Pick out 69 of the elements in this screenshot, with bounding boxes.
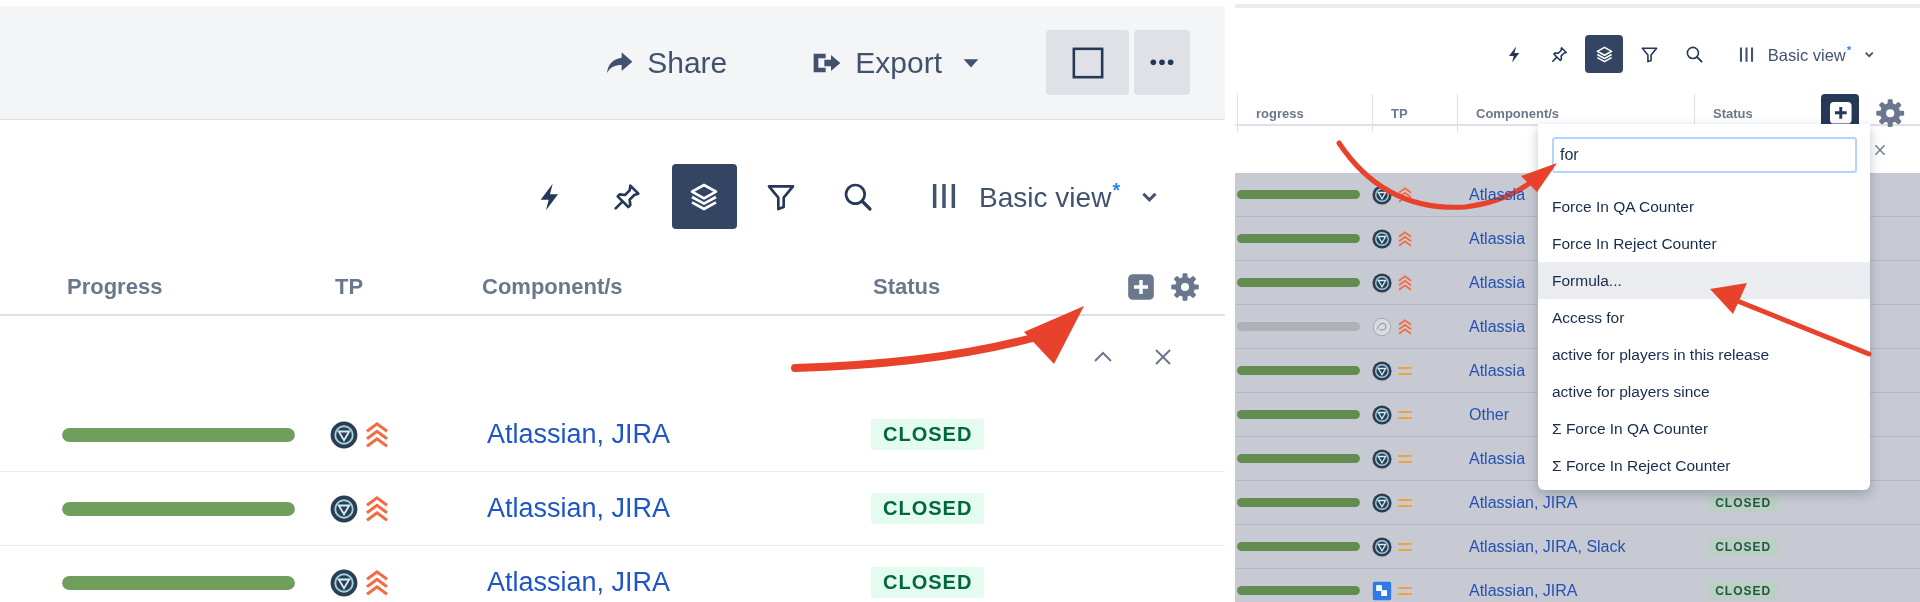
column-header[interactable]: Status (868, 273, 941, 300)
avatar-icon (1372, 360, 1392, 381)
avatar-icon (1372, 184, 1392, 205)
view-selector[interactable]: Basic view$^{*}$ (927, 178, 1160, 215)
more-icon (1149, 59, 1175, 66)
layers-button[interactable] (671, 164, 737, 229)
component-link[interactable]: Atlassian, JIRA (1469, 581, 1578, 599)
square-icon (1070, 45, 1105, 80)
dropdown-option[interactable]: Force In QA Counter (1538, 188, 1870, 225)
avatar-icon (330, 420, 358, 449)
column-header[interactable]: Progress (62, 273, 163, 299)
component-link[interactable]: Atlassian, JIRA (487, 493, 671, 523)
status-lozenge: CLOSED (1708, 581, 1779, 601)
share-button[interactable]: Share (589, 37, 742, 88)
avatar-icon (1372, 404, 1392, 425)
chevrons-up-icon (1396, 185, 1414, 204)
plus-square-icon (1127, 272, 1156, 301)
panel-toggle-button[interactable] (1046, 30, 1129, 95)
avatar-icon (330, 494, 358, 523)
settings-icon[interactable] (1170, 271, 1200, 302)
component-link[interactable]: Atlassia (1469, 273, 1526, 291)
column-header[interactable]: Component/s (477, 273, 623, 299)
component-link[interactable]: Atlassian, JIRA (487, 567, 671, 597)
avatar-icon (1372, 316, 1392, 337)
column-header[interactable]: Status (1708, 105, 1753, 121)
dropdown-option[interactable]: Σ Force In Reject Counter (1538, 447, 1870, 484)
view-selector[interactable]: Basic view$^{*}$ (1737, 43, 1875, 65)
component-link[interactable]: Atlassia (1469, 449, 1526, 467)
component-link[interactable]: Atlassian, JIRA (1469, 493, 1578, 511)
component-link[interactable]: Atlassia (1469, 229, 1526, 247)
status-lozenge: CLOSED (1708, 493, 1779, 513)
component-link[interactable]: Atlassian, JIRA (487, 419, 671, 449)
column-header[interactable]: rogress (1251, 105, 1304, 121)
avatar-icon (1372, 228, 1392, 249)
filter-icon (1639, 44, 1659, 64)
avatar-icon (1372, 536, 1392, 557)
dropdown-option[interactable]: active for players in this release (1538, 336, 1870, 373)
avatar-icon (1372, 448, 1392, 469)
chevrons-up-icon (1396, 273, 1414, 292)
status-lozenge: CLOSED (871, 419, 985, 450)
component-link[interactable]: Atlassian, JIRA, Slack (1469, 537, 1626, 555)
layers-icon (1594, 44, 1614, 64)
search-field[interactable]: for (1552, 137, 1857, 173)
component-link[interactable]: Other (1469, 405, 1509, 423)
chevrons-up-icon (1396, 317, 1414, 336)
chevrons-up-icon (1396, 229, 1414, 248)
component-link[interactable]: Atlassia (1469, 317, 1526, 335)
dropdown-option[interactable]: Formula... (1538, 262, 1870, 299)
avatar-icon (1372, 492, 1392, 513)
avatar-icon (1372, 272, 1392, 293)
dropdown-option[interactable]: Force In Reject Counter (1538, 225, 1870, 262)
search-icon (1684, 44, 1704, 64)
column-header[interactable]: TP (330, 273, 364, 299)
layers-button[interactable] (1585, 35, 1624, 73)
app-icon (1372, 580, 1392, 601)
avatar-icon (330, 568, 358, 597)
status-lozenge: CLOSED (871, 493, 985, 524)
settings-icon[interactable] (1874, 97, 1905, 129)
status-lozenge: CLOSED (871, 567, 985, 598)
column-header[interactable]: Component/s (1471, 105, 1560, 121)
more-button[interactable] (1134, 30, 1190, 95)
dropdown-option[interactable]: Access for (1538, 299, 1870, 336)
component-link[interactable]: Atlassia (1469, 361, 1526, 379)
export-button[interactable]: Export (797, 37, 996, 88)
column-header[interactable]: TP (1386, 105, 1408, 121)
pin-icon (1549, 44, 1569, 64)
dropdown-option[interactable]: Σ Force In QA Counter (1538, 410, 1870, 447)
dropdown-option[interactable]: active for players since (1538, 373, 1870, 410)
status-lozenge: CLOSED (1708, 537, 1779, 557)
